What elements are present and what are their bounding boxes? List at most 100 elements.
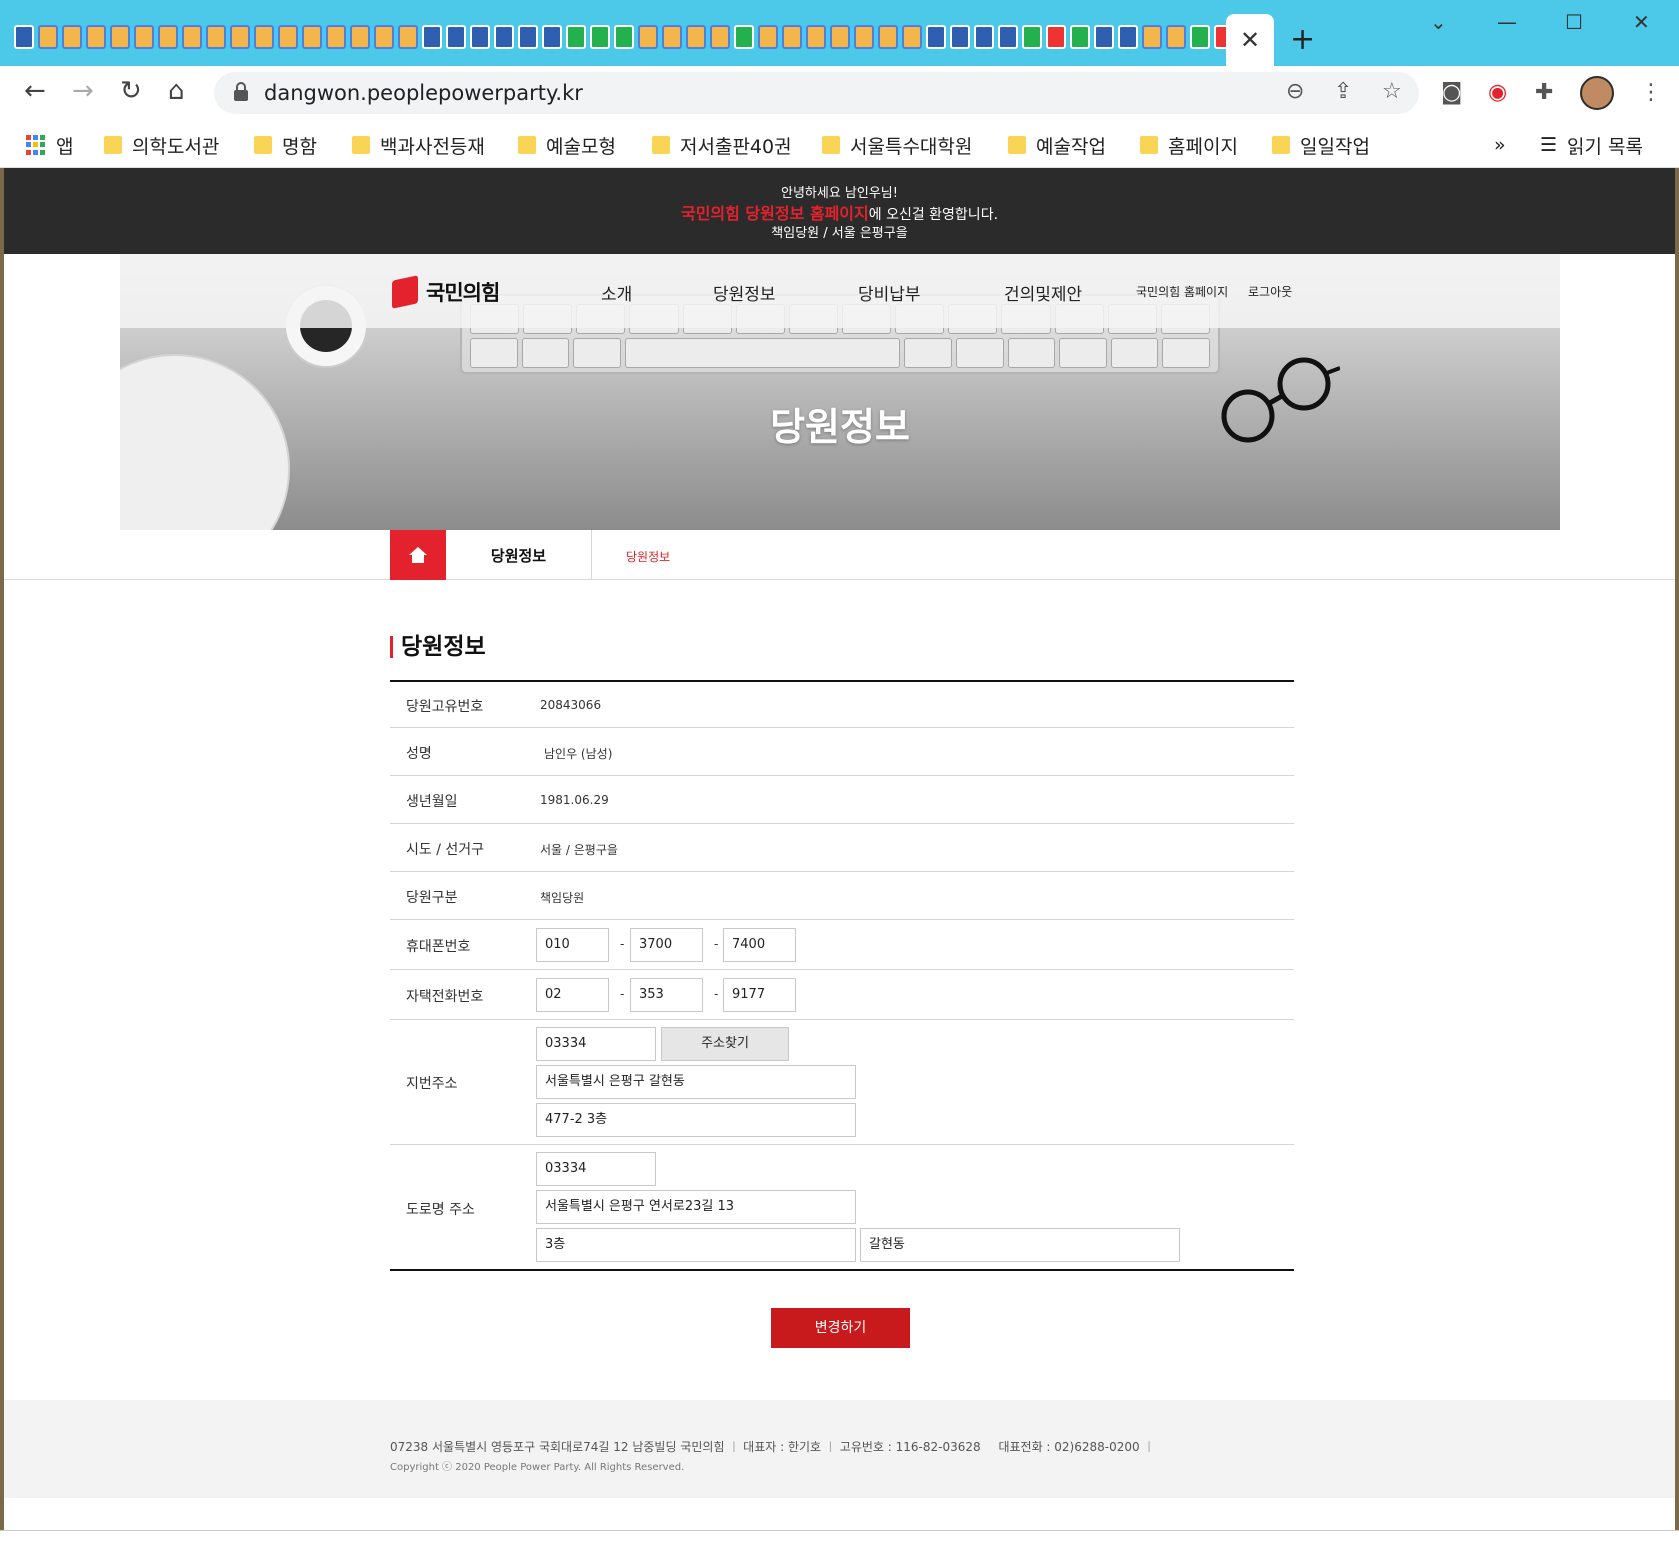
tab-icon[interactable] — [86, 25, 106, 49]
tab-icon[interactable] — [158, 25, 178, 49]
profile-avatar[interactable] — [1580, 76, 1614, 110]
camera-extension-icon[interactable]: ◙ — [1441, 80, 1462, 105]
tab-icon[interactable] — [1022, 25, 1042, 49]
tab-icon[interactable] — [782, 25, 802, 49]
tab-icon[interactable] — [446, 25, 466, 49]
forward-icon[interactable]: → — [72, 76, 94, 106]
tab-icon[interactable] — [1142, 25, 1162, 49]
tab-icon[interactable] — [302, 25, 322, 49]
more-bookmarks-button[interactable]: » — [1494, 128, 1506, 162]
drive-tab-icon[interactable] — [566, 25, 586, 49]
nav-intro[interactable]: 소개 — [601, 280, 632, 305]
home-button[interactable] — [390, 530, 446, 580]
road-address3-input[interactable]: 갈현동 — [860, 1228, 1180, 1262]
tab-icon[interactable] — [470, 25, 490, 49]
extensions-icon[interactable]: ✚ — [1535, 80, 1553, 105]
bookmark-folder[interactable]: 백과사전등재 — [352, 128, 485, 162]
mobile-part3-input[interactable]: 7400 — [723, 928, 796, 962]
menu-kebab-icon[interactable]: ⋮ — [1640, 80, 1662, 105]
mobile-part2-input[interactable]: 3700 — [630, 928, 703, 962]
bookmark-folder[interactable]: 명함 — [254, 128, 317, 162]
cafe-tab-icon[interactable] — [1046, 25, 1066, 49]
tab-icon[interactable] — [614, 25, 634, 49]
reload-icon[interactable]: ↻ — [120, 76, 142, 106]
bookmark-folder[interactable]: 일일작업 — [1272, 128, 1370, 162]
profile-tab-icon[interactable] — [14, 25, 34, 49]
reading-list-button[interactable]: ☰ 읽기 목록 — [1540, 128, 1643, 162]
tab-icon[interactable] — [254, 25, 274, 49]
nav-dues[interactable]: 당비납부 — [858, 280, 921, 305]
tab-search-icon[interactable]: ⌄ — [1430, 10, 1447, 34]
tab-icon[interactable] — [854, 25, 874, 49]
tab-icon[interactable] — [806, 25, 826, 49]
tab-icon[interactable] — [638, 25, 658, 49]
tab-icon[interactable] — [758, 25, 778, 49]
close-window-icon[interactable]: ✕ — [1633, 10, 1650, 34]
url-text[interactable]: dangwon.peoplepowerparty.kr — [264, 81, 583, 105]
submit-change-button[interactable]: 변경하기 — [771, 1308, 910, 1348]
close-tab-icon[interactable]: ✕ — [1240, 26, 1260, 54]
tab-icon[interactable] — [902, 25, 922, 49]
share-icon[interactable]: ⇪ — [1334, 79, 1352, 104]
home-phone-part1-input[interactable]: 02 — [536, 978, 609, 1012]
tab-icon[interactable] — [278, 25, 298, 49]
road-address2-input[interactable]: 3층 — [536, 1228, 856, 1262]
tab-icon[interactable] — [518, 25, 538, 49]
bookmark-folder[interactable]: 예술작업 — [1008, 128, 1106, 162]
tab-icon[interactable] — [950, 25, 970, 49]
home-icon[interactable]: ⌂ — [168, 76, 185, 106]
tab-icon[interactable] — [974, 25, 994, 49]
nav-member-info[interactable]: 당원정보 — [713, 280, 776, 305]
twitter-tab-icon[interactable] — [1118, 25, 1138, 49]
tab-icon[interactable] — [374, 25, 394, 49]
breadcrumb-sub[interactable]: 당원정보 — [626, 548, 670, 565]
mobile-part1-input[interactable]: 010 — [536, 928, 609, 962]
nav-suggestions[interactable]: 건의및제안 — [1004, 280, 1082, 305]
site-logo[interactable]: 국민의힘 — [392, 275, 500, 309]
tab-icon[interactable] — [182, 25, 202, 49]
bookmark-apps[interactable]: 앱 — [26, 128, 73, 162]
logout-link[interactable]: 로그아웃 — [1248, 283, 1292, 300]
tab-icon[interactable] — [1070, 25, 1090, 49]
tab-icon[interactable] — [134, 25, 154, 49]
tab-icon[interactable] — [710, 25, 730, 49]
tab-icon[interactable] — [830, 25, 850, 49]
jibun-address1-input[interactable]: 서울특별시 은평구 갈현동 — [536, 1065, 856, 1099]
bookmark-folder[interactable]: 의학도서관 — [104, 128, 219, 162]
jibun-zip-input[interactable]: 03334 — [536, 1027, 656, 1061]
bookmark-folder[interactable]: 홈페이지 — [1140, 128, 1238, 162]
home-phone-part3-input[interactable]: 9177 — [723, 978, 796, 1012]
pinned-tab-icons[interactable] — [14, 25, 1234, 53]
maximize-icon[interactable]: ☐ — [1565, 10, 1583, 34]
tab-icon[interactable] — [110, 25, 130, 49]
tab-icon[interactable] — [398, 25, 418, 49]
bookmark-folder[interactable]: 예술모형 — [518, 128, 616, 162]
tab-icon[interactable] — [62, 25, 82, 49]
record-extension-icon[interactable]: ◉ — [1488, 80, 1507, 105]
tab-icon[interactable] — [326, 25, 346, 49]
tab-icon[interactable] — [206, 25, 226, 49]
lock-icon[interactable] — [234, 82, 248, 101]
twitter-tab-icon[interactable] — [1094, 25, 1114, 49]
tab-icon[interactable] — [494, 25, 514, 49]
bookmark-star-icon[interactable]: ☆ — [1382, 79, 1402, 104]
back-icon[interactable]: ← — [24, 76, 46, 106]
tab-icon[interactable] — [38, 25, 58, 49]
tab-icon[interactable] — [230, 25, 250, 49]
jibun-address2-input[interactable]: 477-2 3층 — [536, 1103, 856, 1137]
bookmark-folder[interactable]: 저서출판40권 — [652, 128, 792, 162]
road-zip-input[interactable]: 03334 — [536, 1152, 656, 1186]
document-tab-icon[interactable] — [422, 25, 442, 49]
bookmark-folder[interactable]: 서울특수대학원 — [822, 128, 972, 162]
breadcrumb-current[interactable]: 당원정보 — [446, 530, 592, 580]
naver-tab-icon[interactable] — [1190, 25, 1210, 49]
tab-icon[interactable] — [998, 25, 1018, 49]
find-address-button[interactable]: 주소찾기 — [661, 1027, 789, 1061]
zoom-icon[interactable]: ⊖ — [1286, 79, 1304, 104]
party-homepage-link[interactable]: 국민의힘 홈페이지 — [1136, 283, 1228, 300]
blog-tab-icon[interactable] — [734, 25, 754, 49]
tab-icon[interactable] — [686, 25, 706, 49]
tab-icon[interactable] — [1166, 25, 1186, 49]
tab-icon[interactable] — [590, 25, 610, 49]
active-tab[interactable]: ✕ — [1226, 14, 1274, 66]
